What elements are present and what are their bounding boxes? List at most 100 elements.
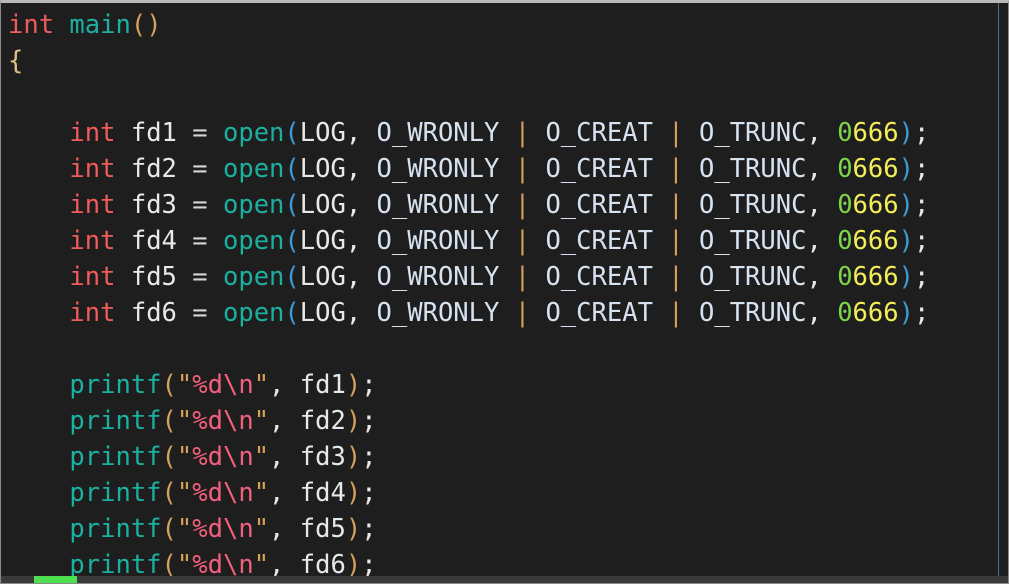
argument-log: LOG: [299, 118, 346, 148]
semicolon: ;: [361, 370, 377, 400]
assign-operator: =: [192, 262, 208, 292]
paren-open-icon: (: [161, 370, 177, 400]
variable-fd3: fd3: [299, 442, 346, 472]
horizontal-scrollbar-thumb[interactable]: [34, 576, 77, 583]
code-line: printf("%d\n", fd5);: [1, 511, 1008, 547]
flag-o-wronly: O_WRONLY: [376, 262, 500, 292]
flag-o-wronly: O_WRONLY: [376, 298, 500, 328]
paren-close-icon: ): [345, 370, 362, 400]
variable-fd6: fd6: [130, 298, 177, 328]
pipe-operator: |: [668, 262, 684, 292]
code-line: int fd4 = open(LOG, O_WRONLY | O_CREAT |…: [1, 223, 1008, 259]
pipe-operator: |: [668, 190, 684, 220]
pipe-operator: |: [514, 154, 531, 184]
flag-o-creat: O_CREAT: [545, 118, 653, 148]
flag-o-creat: O_CREAT: [545, 226, 653, 256]
paren-close-icon: ): [345, 514, 362, 544]
comma: ,: [269, 406, 285, 436]
flag-o-wronly: O_WRONLY: [376, 154, 500, 184]
semicolon: ;: [361, 514, 377, 544]
semicolon: ;: [913, 298, 930, 328]
paren-close-icon: ): [898, 298, 914, 328]
argument-log: LOG: [299, 154, 346, 184]
paren-open-icon: (: [161, 514, 177, 544]
paren-open-icon: (: [284, 190, 300, 220]
comma: ,: [806, 190, 822, 220]
variable-fd1: fd1: [299, 370, 346, 400]
variable-fd5: fd5: [299, 514, 346, 544]
flag-o-wronly: O_WRONLY: [376, 118, 500, 148]
number-leading-zero: 0: [837, 262, 853, 292]
variable-fd2: fd2: [299, 406, 346, 436]
keyword-int: int: [69, 118, 116, 148]
function-open: open: [222, 298, 285, 328]
assign-operator: =: [192, 298, 208, 328]
code-line: int fd6 = open(LOG, O_WRONLY | O_CREAT |…: [1, 295, 1008, 331]
code-text-area[interactable]: int main() { int fd1 = open(LOG, O_WRONL…: [1, 3, 1008, 583]
code-line: int fd1 = open(LOG, O_WRONLY | O_CREAT |…: [1, 115, 1008, 151]
function-printf: printf: [69, 478, 162, 508]
code-line: int fd3 = open(LOG, O_WRONLY | O_CREAT |…: [1, 187, 1008, 223]
paren-open-icon: (: [161, 406, 177, 436]
paren-close-icon: ): [898, 190, 914, 220]
flag-o-trunc: O_TRUNC: [699, 190, 807, 220]
function-open: open: [222, 118, 285, 148]
string-quote: ": [176, 442, 193, 472]
string-quote: ": [253, 478, 270, 508]
flag-o-trunc: O_TRUNC: [699, 118, 807, 148]
string-quote: ": [176, 370, 193, 400]
format-specifier: %d\n: [192, 370, 254, 400]
format-specifier: %d\n: [192, 442, 254, 472]
code-line: int fd5 = open(LOG, O_WRONLY | O_CREAT |…: [1, 259, 1008, 295]
variable-fd2: fd2: [130, 154, 177, 184]
string-quote: ": [253, 514, 270, 544]
assign-operator: =: [192, 190, 208, 220]
flag-o-creat: O_CREAT: [545, 154, 653, 184]
code-line: int main(): [1, 7, 1008, 43]
keyword-int: int: [8, 10, 55, 40]
flag-o-creat: O_CREAT: [545, 190, 653, 220]
paren-close-icon: ): [345, 478, 362, 508]
argument-log: LOG: [299, 298, 346, 328]
number-mode: 666: [852, 190, 899, 220]
function-printf: printf: [69, 370, 162, 400]
semicolon: ;: [913, 118, 930, 148]
keyword-int: int: [69, 190, 116, 220]
code-line: printf("%d\n", fd1);: [1, 367, 1008, 403]
comma: ,: [269, 370, 285, 400]
pipe-operator: |: [514, 226, 531, 256]
semicolon: ;: [361, 406, 377, 436]
horizontal-scrollbar-track[interactable]: [1, 576, 1008, 583]
semicolon: ;: [913, 226, 930, 256]
comma: ,: [345, 154, 362, 184]
vertical-scrollbar[interactable]: [998, 3, 1008, 583]
paren-open-icon: (: [284, 118, 300, 148]
assign-operator: =: [192, 118, 208, 148]
number-leading-zero: 0: [837, 154, 853, 184]
pipe-operator: |: [668, 226, 684, 256]
semicolon: ;: [913, 154, 930, 184]
number-leading-zero: 0: [837, 118, 853, 148]
code-line: int fd2 = open(LOG, O_WRONLY | O_CREAT |…: [1, 151, 1008, 187]
number-leading-zero: 0: [837, 190, 853, 220]
brace-open-icon: {: [8, 46, 24, 76]
paren-open-icon: (: [130, 10, 147, 40]
variable-fd5: fd5: [130, 262, 177, 292]
flag-o-trunc: O_TRUNC: [699, 154, 807, 184]
number-leading-zero: 0: [837, 298, 853, 328]
pipe-operator: |: [668, 154, 684, 184]
comma: ,: [345, 118, 362, 148]
paren-close-icon: ): [898, 226, 914, 256]
comma: ,: [345, 298, 362, 328]
comma: ,: [806, 298, 822, 328]
format-specifier: %d\n: [192, 406, 254, 436]
pipe-operator: |: [668, 298, 684, 328]
flag-o-creat: O_CREAT: [545, 262, 653, 292]
paren-open-icon: (: [284, 298, 300, 328]
number-mode: 666: [852, 226, 899, 256]
number-mode: 666: [852, 154, 899, 184]
keyword-int: int: [69, 262, 116, 292]
string-quote: ": [176, 406, 193, 436]
